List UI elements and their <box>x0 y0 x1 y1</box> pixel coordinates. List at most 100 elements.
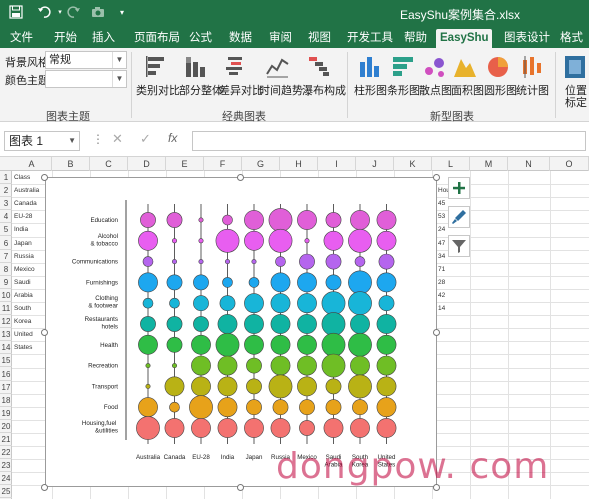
cell-a[interactable]: Japan <box>14 240 32 247</box>
cell-l[interactable]: 71 <box>438 266 445 273</box>
cell-l[interactable]: 42 <box>438 292 445 299</box>
column-header[interactable]: M <box>470 157 508 171</box>
bg-style-select[interactable]: 常规 ▼ <box>45 51 127 69</box>
row-header[interactable]: 20 <box>0 420 12 433</box>
row-header[interactable]: 11 <box>0 302 12 316</box>
difference-compare-button[interactable]: 差异对比 <box>219 82 263 98</box>
resize-handle[interactable] <box>41 329 48 336</box>
tab-easyshu[interactable]: EasyShu <box>436 29 492 48</box>
row-header[interactable]: 21 <box>0 433 12 447</box>
column-header[interactable]: G <box>242 157 280 171</box>
cell-l[interactable]: 14 <box>438 305 445 312</box>
cell-a[interactable]: EU-28 <box>14 213 32 220</box>
cancel-icon[interactable]: ✕ <box>112 131 123 147</box>
scatter-chart-icon[interactable] <box>422 54 448 80</box>
cell-l[interactable]: 28 <box>438 279 445 286</box>
save-icon[interactable] <box>8 5 24 21</box>
tab-review[interactable]: 审阅 <box>265 29 296 48</box>
row-header[interactable]: 8 <box>0 263 12 276</box>
circular-chart-icon[interactable] <box>485 54 511 80</box>
column-header[interactable]: K <box>394 157 432 171</box>
column-header[interactable]: O <box>550 157 589 171</box>
row-header[interactable]: 14 <box>0 341 12 355</box>
tab-developer[interactable]: 开发工具 <box>343 29 397 48</box>
row-header[interactable]: 17 <box>0 381 12 394</box>
resize-handle[interactable] <box>433 174 440 181</box>
resize-handle[interactable] <box>41 174 48 181</box>
row-header[interactable]: 1 <box>0 171 12 185</box>
row-header[interactable]: 9 <box>0 276 12 289</box>
statistics-chart-button[interactable]: 统计图 <box>516 82 549 98</box>
cell-a[interactable]: States <box>14 344 32 351</box>
column-header[interactable]: N <box>508 157 550 171</box>
cell-a[interactable]: Russia <box>14 253 34 260</box>
cell-l[interactable]: 34 <box>438 253 445 260</box>
row-header[interactable]: 7 <box>0 250 12 263</box>
column-chart-icon[interactable] <box>357 54 383 80</box>
tab-format[interactable]: 格式 <box>556 29 587 48</box>
chart-styles-button[interactable] <box>448 206 470 228</box>
time-trend-icon[interactable] <box>265 54 291 80</box>
row-header[interactable]: 3 <box>0 197 12 211</box>
cell-a[interactable]: United <box>14 331 33 338</box>
bar-chart-button[interactable]: 条形图 <box>387 82 420 98</box>
tab-page-layout[interactable]: 页面布局 <box>130 29 184 48</box>
row-header[interactable]: 12 <box>0 315 12 329</box>
cell-a[interactable]: Class <box>14 174 30 181</box>
formula-input[interactable] <box>192 131 586 151</box>
row-header[interactable]: 25 <box>0 485 12 499</box>
row-header[interactable]: 13 <box>0 328 12 342</box>
column-header[interactable]: D <box>128 157 166 171</box>
row-header[interactable]: 24 <box>0 472 12 486</box>
cell-a[interactable]: Arabia <box>14 292 33 299</box>
resize-handle[interactable] <box>237 484 244 491</box>
cell-a[interactable]: Saudi <box>14 279 31 286</box>
tab-chart-design[interactable]: 图表设计 <box>500 29 554 48</box>
row-header[interactable]: 4 <box>0 210 12 224</box>
category-compare-button[interactable]: 类别对比 <box>136 82 180 98</box>
row-header[interactable]: 22 <box>0 446 12 460</box>
cell-a[interactable]: India <box>14 226 28 233</box>
column-header[interactable]: C <box>90 157 128 171</box>
resize-handle[interactable] <box>41 484 48 491</box>
scatter-chart-button[interactable]: 散点图 <box>419 82 452 98</box>
column-header[interactable]: E <box>166 157 204 171</box>
camera-icon[interactable] <box>90 5 106 21</box>
tab-file[interactable]: 文件 <box>6 29 37 48</box>
position-calibrate-icon[interactable] <box>563 54 589 80</box>
position-calibrate-label-2[interactable]: 标定 <box>565 94 587 110</box>
cell-a[interactable]: Canada <box>14 200 37 207</box>
category-compare-icon[interactable] <box>144 54 170 80</box>
chart-elements-button[interactable] <box>448 177 470 199</box>
row-header[interactable]: 5 <box>0 223 12 237</box>
time-trend-button[interactable]: 时间趋势 <box>259 82 303 98</box>
column-header[interactable]: H <box>280 157 318 171</box>
tab-view[interactable]: 视图 <box>304 29 335 48</box>
column-chart-button[interactable]: 柱形图 <box>354 82 387 98</box>
function-icon[interactable]: fx <box>168 131 177 145</box>
row-header[interactable]: 10 <box>0 289 12 302</box>
customize-toolbar-icon[interactable]: ▾ <box>114 5 130 21</box>
row-header[interactable]: 19 <box>0 407 12 420</box>
tab-home[interactable]: 开始 <box>50 29 81 48</box>
chart-area[interactable]: Education Alcohol & tobacco Communications F… <box>45 177 437 487</box>
column-header[interactable]: J <box>356 157 394 171</box>
column-header[interactable]: A <box>12 157 52 171</box>
column-header[interactable]: F <box>204 157 242 171</box>
resize-handle[interactable] <box>433 329 440 336</box>
bar-chart-icon[interactable] <box>390 54 416 80</box>
tab-help[interactable]: 帮助 <box>400 29 431 48</box>
row-header[interactable]: 2 <box>0 184 12 198</box>
name-box[interactable]: 图表 1 ▼ <box>4 131 80 151</box>
cell-l[interactable]: 47 <box>438 240 445 247</box>
column-header[interactable]: L <box>432 157 470 171</box>
row-header[interactable]: 16 <box>0 368 12 381</box>
cell-a[interactable]: South <box>14 305 31 312</box>
waterfall-button[interactable]: 瀑布构成 <box>302 82 346 98</box>
cell-l[interactable]: 53 <box>438 213 445 220</box>
redo-icon[interactable] <box>66 5 82 21</box>
tab-formulas[interactable]: 公式 <box>185 29 216 48</box>
tab-insert[interactable]: 插入 <box>88 29 119 48</box>
column-header[interactable]: B <box>52 157 90 171</box>
column-header[interactable]: I <box>318 157 356 171</box>
